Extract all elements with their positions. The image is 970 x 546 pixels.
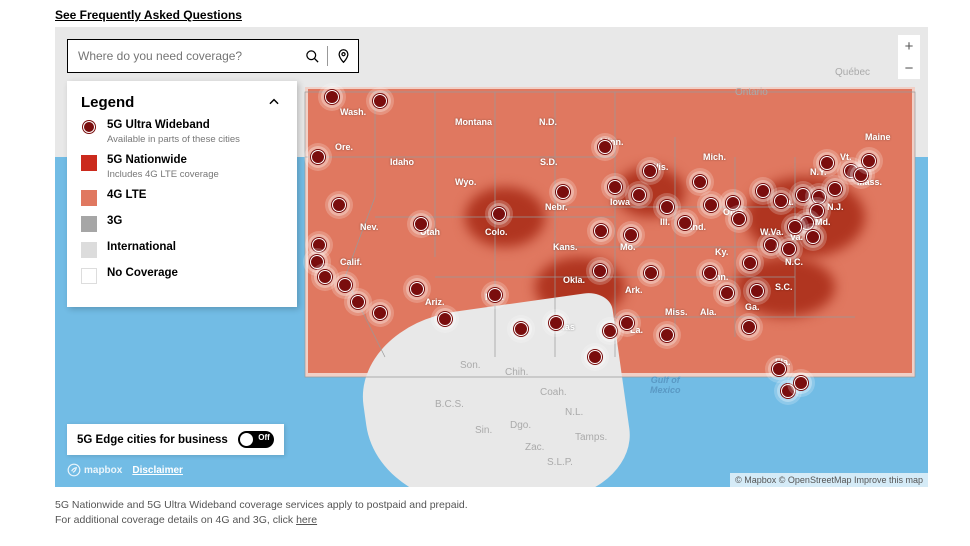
legend-label: 5G NationwideIncludes 4G LTE coverage [107, 154, 219, 180]
legend-swatch [81, 190, 97, 206]
legend-item: 3G [81, 215, 283, 232]
zoom-out-button[interactable]: − [898, 57, 920, 79]
edge-cities-panel: 5G Edge cities for business Off [67, 424, 284, 455]
water-label: Gulf ofMexico [650, 375, 681, 395]
disclaimer-link[interactable]: Disclaimer [132, 465, 183, 476]
legend-swatch [81, 216, 97, 232]
legend-swatch [81, 268, 97, 284]
search-box [67, 39, 359, 73]
mapbox-row: mapbox Disclaimer [67, 463, 183, 477]
zoom-controls: + − [898, 35, 920, 79]
locate-icon[interactable] [328, 40, 358, 72]
legend-label: International [107, 241, 176, 255]
legend-label: 4G LTE [107, 189, 146, 203]
legend-swatch [81, 242, 97, 258]
search-icon[interactable] [297, 40, 327, 72]
legend-swatch [83, 121, 95, 133]
legend-item: 4G LTE [81, 189, 283, 206]
legend-title: Legend [81, 94, 134, 111]
edge-cities-toggle[interactable]: Off [238, 431, 274, 448]
coverage-map[interactable]: Wash.Ore.IdahoMontanaWyo.Nev.UtahColo.Ar… [55, 27, 928, 487]
legend-item: 5G NationwideIncludes 4G LTE coverage [81, 154, 283, 180]
legend-item: International [81, 241, 283, 258]
legend-item: 5G Ultra WidebandAvailable in parts of t… [81, 119, 283, 145]
legend-panel: Legend 5G Ultra WidebandAvailable in par… [67, 81, 297, 307]
legend-label: 5G Ultra WidebandAvailable in parts of t… [107, 119, 240, 145]
search-input[interactable] [68, 40, 297, 72]
legend-label: No Coverage [107, 267, 178, 281]
here-link[interactable]: here [296, 514, 317, 526]
mapbox-logo: mapbox [67, 463, 122, 477]
legend-swatch [81, 155, 97, 171]
legend-item: No Coverage [81, 267, 283, 284]
legend-label: 3G [107, 215, 122, 229]
chevron-up-icon[interactable] [265, 93, 283, 111]
zoom-in-button[interactable]: + [898, 35, 920, 57]
map-attribution[interactable]: © Mapbox © OpenStreetMap Improve this ma… [730, 473, 928, 487]
edge-cities-label: 5G Edge cities for business [77, 434, 228, 446]
faq-link[interactable]: See Frequently Asked Questions [55, 8, 242, 22]
footer-disclaimer: 5G Nationwide and 5G Ultra Wideband cove… [55, 498, 468, 527]
